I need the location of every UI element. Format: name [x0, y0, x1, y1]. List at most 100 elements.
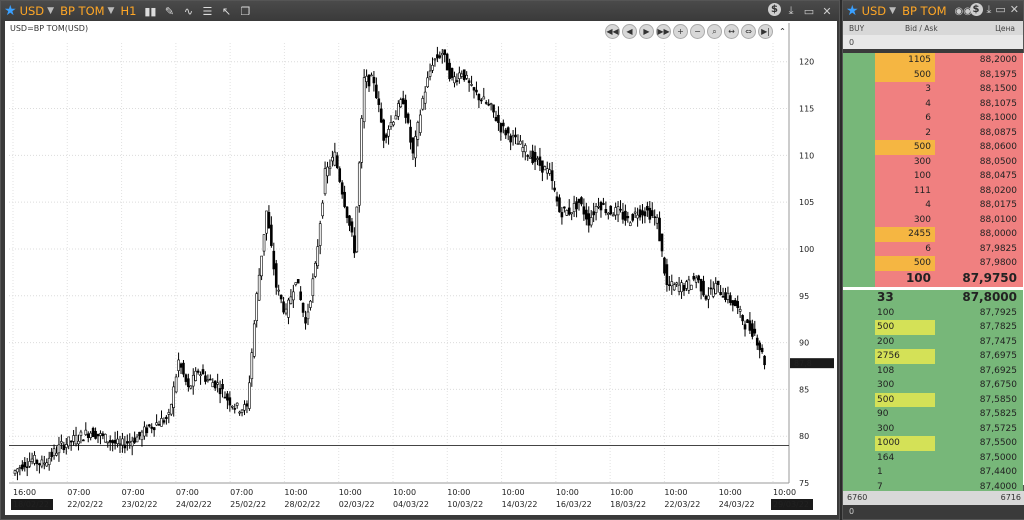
- row-qty[interactable]: 500: [875, 320, 935, 335]
- row-price[interactable]: 87,5850: [935, 392, 1023, 407]
- row-side-cell[interactable]: [843, 198, 875, 213]
- row-price[interactable]: 87,6925: [935, 363, 1023, 378]
- row-qty[interactable]: 4: [875, 96, 935, 111]
- chart-area[interactable]: USD=BP TOM(USD) ◀◀ ◀ ▶ ▶▶ + − ⌕ ↔ ⇔ ▶| ⌃…: [5, 21, 837, 515]
- row-qty[interactable]: 100: [875, 305, 935, 320]
- row-qty[interactable]: 1000: [875, 436, 935, 451]
- currency-dollar-icon[interactable]: $: [969, 3, 983, 16]
- bid-row[interactable]: 1000 87,5500: [843, 436, 1024, 451]
- row-price[interactable]: 87,6750: [935, 378, 1023, 393]
- row-qty[interactable]: 300: [875, 212, 935, 227]
- row-side-cell[interactable]: [843, 363, 875, 378]
- row-qty[interactable]: 3: [875, 82, 935, 97]
- bid-row[interactable]: 1 87,4400: [843, 465, 1024, 480]
- row-price[interactable]: 88,0475: [935, 169, 1023, 184]
- ask-row[interactable]: 300 88,0100: [843, 212, 1024, 227]
- bid-row[interactable]: 164 87,5000: [843, 450, 1024, 465]
- row-side-cell[interactable]: [843, 256, 875, 271]
- row-side-cell[interactable]: [843, 407, 875, 422]
- row-price[interactable]: 87,5825: [935, 407, 1023, 422]
- row-price[interactable]: 87,6975: [935, 349, 1023, 364]
- bid-row[interactable]: 90 87,5825: [843, 407, 1024, 422]
- row-side-cell[interactable]: [843, 320, 875, 335]
- row-price[interactable]: 88,0875: [935, 125, 1023, 140]
- row-side-cell[interactable]: [843, 125, 875, 140]
- row-price[interactable]: 88,1975: [935, 67, 1023, 82]
- row-qty[interactable]: 6: [875, 111, 935, 126]
- currency-selector[interactable]: USD ▼: [20, 4, 55, 18]
- row-qty[interactable]: 300: [875, 421, 935, 436]
- indicators-icon[interactable]: ∿: [180, 3, 196, 19]
- row-side-cell[interactable]: [843, 392, 875, 407]
- ask-row[interactable]: 4 88,1075: [843, 96, 1024, 111]
- row-price[interactable]: 87,7475: [935, 334, 1023, 349]
- row-qty[interactable]: 2756: [875, 349, 935, 364]
- layers-icon[interactable]: ❐: [237, 3, 253, 19]
- row-qty[interactable]: 500: [875, 256, 935, 271]
- row-side-cell[interactable]: [843, 289, 875, 306]
- best-bid-row[interactable]: 33 87,8000: [843, 289, 1024, 306]
- instrument-selector[interactable]: BP TOM ▼: [60, 4, 114, 18]
- book-currency-label[interactable]: USD: [862, 4, 887, 18]
- row-qty[interactable]: 500: [875, 67, 935, 82]
- row-side-cell[interactable]: [843, 241, 875, 256]
- row-side-cell[interactable]: [843, 305, 875, 320]
- row-price[interactable]: 88,0200: [935, 183, 1023, 198]
- bid-row[interactable]: 200 87,7475: [843, 334, 1024, 349]
- row-qty[interactable]: 2455: [875, 227, 935, 242]
- row-price[interactable]: 88,0600: [935, 140, 1023, 155]
- ask-row[interactable]: 2455 88,0000: [843, 227, 1024, 242]
- row-price[interactable]: 87,4400: [935, 465, 1023, 480]
- row-side-cell[interactable]: [843, 154, 875, 169]
- row-side-cell[interactable]: [843, 169, 875, 184]
- row-qty[interactable]: 6: [875, 241, 935, 256]
- row-price[interactable]: 87,9825: [935, 241, 1023, 256]
- row-price[interactable]: 87,7825: [935, 320, 1023, 335]
- bid-row[interactable]: 300 87,5725: [843, 421, 1024, 436]
- row-price[interactable]: 87,5000: [935, 450, 1023, 465]
- row-price[interactable]: 88,1000: [935, 111, 1023, 126]
- close-icon[interactable]: ✕: [819, 3, 835, 19]
- bid-row[interactable]: 500 87,7825: [843, 320, 1024, 335]
- cursor-icon[interactable]: ↖: [218, 3, 234, 19]
- best-ask-row[interactable]: 100 87,9750: [843, 270, 1024, 287]
- minimize-icon[interactable]: ▭: [801, 3, 817, 19]
- row-price[interactable]: 87,9800: [935, 256, 1023, 271]
- row-price[interactable]: 87,9750: [935, 270, 1023, 287]
- ask-row[interactable]: 2 88,0875: [843, 125, 1024, 140]
- row-qty[interactable]: 200: [875, 334, 935, 349]
- row-side-cell[interactable]: [843, 96, 875, 111]
- row-price[interactable]: 88,0100: [935, 212, 1023, 227]
- row-side-cell[interactable]: [843, 82, 875, 97]
- download-icon[interactable]: ⤓: [783, 3, 799, 19]
- row-side-cell[interactable]: [843, 450, 875, 465]
- row-side-cell[interactable]: [843, 183, 875, 198]
- row-qty[interactable]: 2: [875, 125, 935, 140]
- bid-row[interactable]: 300 87,6750: [843, 378, 1024, 393]
- pencil-icon[interactable]: ✎: [161, 3, 177, 19]
- row-price[interactable]: 87,5725: [935, 421, 1023, 436]
- ask-row[interactable]: 500 87,9800: [843, 256, 1024, 271]
- row-qty[interactable]: 100: [875, 270, 935, 287]
- bid-row[interactable]: 108 87,6925: [843, 363, 1024, 378]
- minimize-icon[interactable]: ▭: [995, 3, 1005, 17]
- row-qty[interactable]: 300: [875, 154, 935, 169]
- row-side-cell[interactable]: [843, 270, 875, 287]
- download-icon[interactable]: ⤓: [987, 3, 992, 17]
- row-qty[interactable]: 500: [875, 140, 935, 155]
- row-side-cell[interactable]: [843, 53, 875, 68]
- row-price[interactable]: 87,7925: [935, 305, 1023, 320]
- bid-row[interactable]: 500 87,5850: [843, 392, 1024, 407]
- row-price[interactable]: 87,5500: [935, 436, 1023, 451]
- bid-row[interactable]: 100 87,7925: [843, 305, 1024, 320]
- row-price[interactable]: 88,0500: [935, 154, 1023, 169]
- row-qty[interactable]: 33: [875, 289, 935, 306]
- row-side-cell[interactable]: [843, 140, 875, 155]
- row-side-cell[interactable]: [843, 436, 875, 451]
- properties-icon[interactable]: ☰: [199, 3, 215, 19]
- ask-row[interactable]: 6 87,9825: [843, 241, 1024, 256]
- timeframe-selector[interactable]: H1: [120, 4, 136, 18]
- ask-row[interactable]: 500 88,1975: [843, 67, 1024, 82]
- row-side-cell[interactable]: [843, 378, 875, 393]
- ask-row[interactable]: 300 88,0500: [843, 154, 1024, 169]
